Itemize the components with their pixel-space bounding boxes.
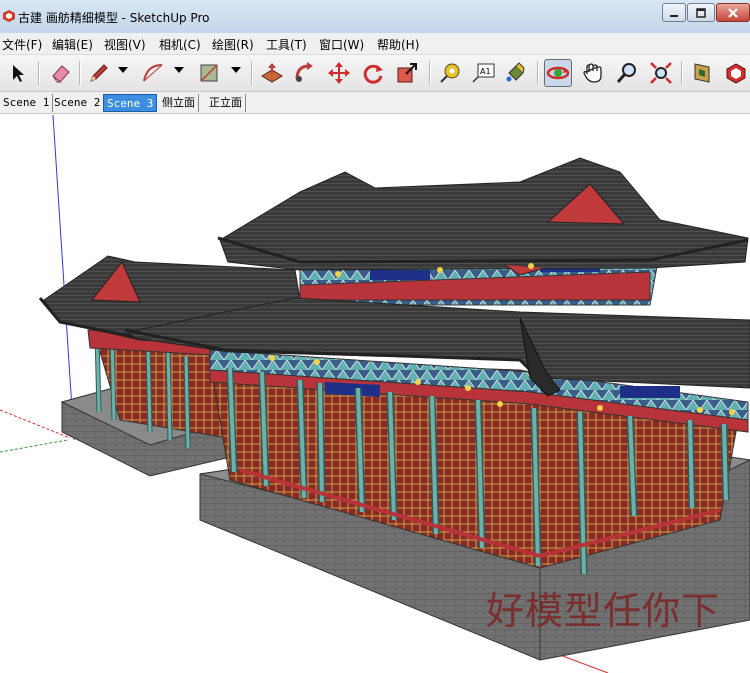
follow-me-tool-button[interactable] [291,59,319,87]
zoom-extents-icon [650,62,672,84]
rectangle-icon [200,64,218,82]
toolbar-separator [537,61,539,85]
pan-icon [583,63,602,83]
rectangle-tool-button[interactable] [195,59,223,87]
eraser-tool-button[interactable] [47,59,75,87]
menu-camera[interactable]: 相机(C) [159,36,201,53]
line-tool-dropdown-icon[interactable] [118,67,128,73]
zoom-extents-tool-button[interactable] [647,59,675,87]
red-axis [0,409,71,439]
rotate-icon [363,64,383,84]
menu-help[interactable]: 帮助(H) [377,36,419,53]
pencil-icon [90,64,108,82]
maximize-button[interactable] [687,3,715,22]
minimize-icon [670,14,678,17]
line-tool-button[interactable] [84,59,112,87]
green-axis [0,439,69,453]
tab-scene-1[interactable]: Scene 1 [0,94,54,112]
tape-measure-tool-button[interactable] [436,59,464,87]
move-icon [328,62,350,84]
pan-tool-button[interactable] [579,59,607,87]
close-icon [728,7,738,18]
blue-axis [52,114,75,441]
arc-tool-button[interactable] [139,59,167,87]
select-icon [13,65,24,82]
toolbar-separator [38,61,40,85]
modeling-viewport[interactable]: 好模型任你下 [0,114,750,673]
title-bar: 古建 画舫精细模型 - SketchUp Pro [0,0,750,34]
scale-tool-button[interactable] [393,59,421,87]
push-pull-tool-button[interactable] [258,59,286,87]
rectangle-tool-dropdown-icon[interactable] [231,67,241,73]
components-icon [726,63,746,84]
tab-scene-2[interactable]: Scene 2 [51,94,105,112]
text-tool-button[interactable]: A1 [469,59,497,87]
menu-draw[interactable]: 绘图(R) [212,36,254,53]
orbit-icon [546,66,570,80]
paint-bucket-icon [506,62,525,82]
tab-side-elevation[interactable]: 侧立面 [159,94,199,112]
paint-bucket-tool-button[interactable] [502,59,530,87]
arc-tool-dropdown-icon[interactable] [174,67,184,73]
toolbar-separator [79,61,81,85]
tab-front-elevation[interactable]: 正立面 [206,94,246,112]
menu-window[interactable]: 窗口(W) [319,36,364,53]
menu-file[interactable]: 文件(F) [2,36,42,53]
toolbar-separator [429,61,431,85]
arc-icon [143,64,163,82]
move-tool-button[interactable] [325,59,353,87]
section-plane-tool-button[interactable] [689,59,717,87]
rotate-tool-button[interactable] [359,59,387,87]
follow-me-icon [295,62,313,82]
orbit-tool-button[interactable] [544,59,572,87]
watermark-text: 好模型任你下 [486,589,721,633]
zoom-tool-button[interactable] [613,59,641,87]
components-tool-button[interactable] [722,59,750,87]
menu-bar: 文件(F) 编辑(E) 视图(V) 相机(C) 绘图(R) 工具(T) 窗口(W… [0,33,750,55]
toolbar-separator [251,61,253,85]
tab-scene-3[interactable]: Scene 3 [103,94,158,112]
svg-text:A1: A1 [480,67,491,76]
menu-view[interactable]: 视图(V) [104,36,146,53]
upper-roof [219,157,749,271]
window-title: 古建 画舫精细模型 - SketchUp Pro [18,11,210,25]
maximize-icon [696,7,706,18]
menu-edit[interactable]: 编辑(E) [52,36,93,53]
select-tool-button[interactable] [4,59,32,87]
main-toolbar: A1 [0,55,750,92]
text-icon: A1 [472,63,495,83]
sketchup-app-icon [3,10,15,22]
scale-icon [397,63,417,83]
minimize-button[interactable] [662,3,686,22]
scene-tabs: Scene 1 Scene 2 Scene 3 侧立面 正立面 [0,92,750,114]
push-pull-icon [261,63,283,83]
close-button[interactable] [716,3,750,22]
toolbar-separator [681,61,683,85]
section-plane-icon [694,63,710,83]
menu-tools[interactable]: 工具(T) [266,36,307,53]
zoom-icon [616,63,636,83]
eraser-icon [52,65,70,83]
tape-measure-icon [440,63,460,83]
